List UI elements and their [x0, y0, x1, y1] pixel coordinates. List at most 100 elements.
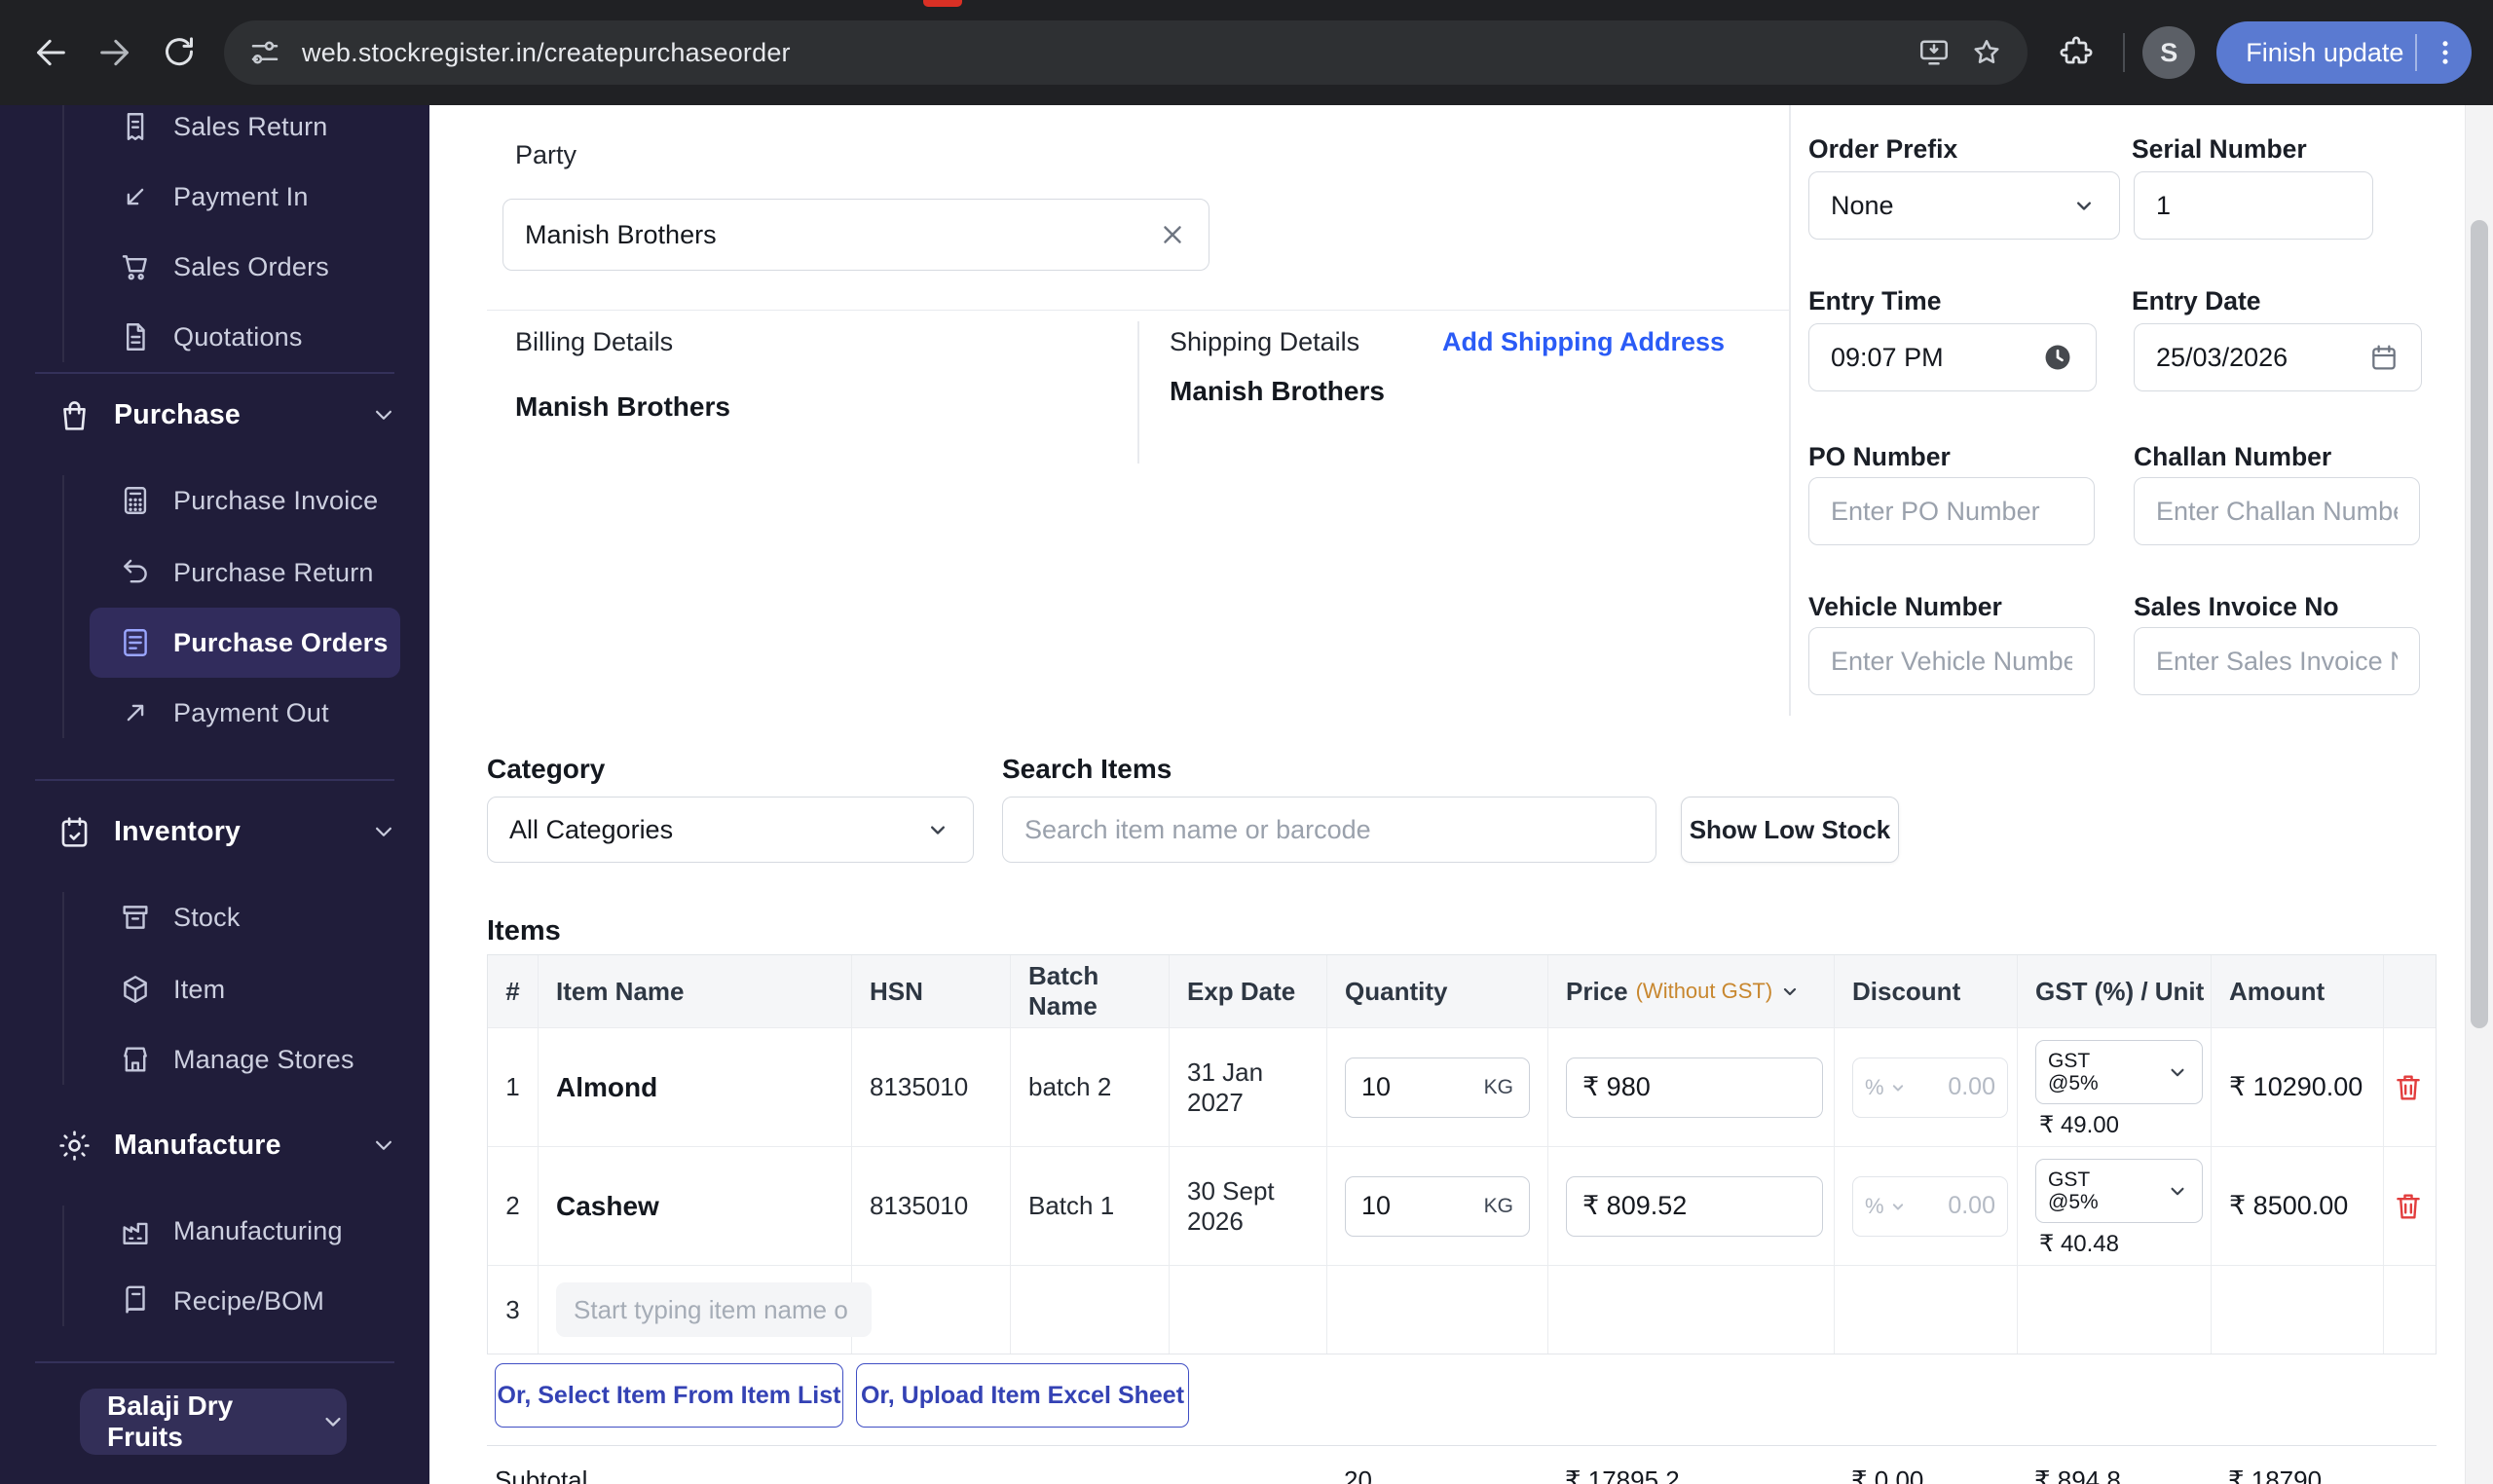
billing-shipping-divider [1137, 321, 1139, 464]
challan-number-field[interactable] [2156, 496, 2398, 527]
reload-button[interactable] [150, 23, 208, 82]
quantity-input[interactable]: 10 KG [1345, 1175, 1530, 1237]
challan-number-label: Challan Number [2134, 442, 2332, 471]
stock-icon [119, 901, 152, 934]
header-exp-date: Exp Date [1170, 955, 1327, 1027]
subtotal-row: Subtotal 20 ₹ 17895.2 ₹ 0.00 ₹ 894.8 ₹ 1… [487, 1445, 2437, 1484]
challan-number-input[interactable] [2134, 477, 2420, 545]
discount-unit-caret-icon[interactable] [1888, 1197, 1908, 1216]
add-shipping-address-link[interactable]: Add Shipping Address [1442, 327, 1725, 357]
sidebar-item-quotations[interactable]: Quotations [0, 302, 429, 372]
empty-cell [2384, 1266, 2432, 1354]
sidebar-item-sales-return[interactable]: Sales Return [0, 105, 429, 162]
sidebar-divider [35, 779, 394, 781]
sidebar-item-manufacturing[interactable]: Manufacturing [0, 1196, 429, 1266]
po-number-input[interactable] [1808, 477, 2095, 545]
sales-invoice-label: Sales Invoice No [2134, 592, 2339, 621]
profile-avatar[interactable]: S [2142, 26, 2196, 79]
sidebar-item-purchase-orders[interactable]: Purchase Orders [0, 608, 429, 678]
sidebar-section-purchase[interactable]: Purchase [0, 380, 429, 450]
bookmark-star-icon[interactable] [1969, 35, 2004, 70]
discount-input[interactable]: % 0.00 [1852, 1175, 2008, 1237]
page-scrollbar-track[interactable] [2465, 105, 2493, 1484]
back-button[interactable] [21, 23, 80, 82]
url-bar[interactable]: web.stockregister.in/createpurchaseorder [224, 20, 2028, 85]
install-app-icon[interactable] [1916, 35, 1952, 70]
discount-unit-caret-icon[interactable] [1888, 1078, 1908, 1097]
sidebar-item-sales-orders[interactable]: Sales Orders [0, 232, 429, 302]
sidebar-section-manufacture[interactable]: Manufacture [0, 1110, 429, 1180]
entry-date-input[interactable]: 25/03/2026 [2134, 323, 2422, 391]
row-sno: 3 [488, 1266, 539, 1354]
header-hsn: HSN [852, 955, 1011, 1027]
gst-select[interactable]: GST @5% [2035, 1039, 2203, 1104]
sidebar-item-manage-stores[interactable]: Manage Stores [0, 1024, 429, 1094]
sidebar-item-payment-out[interactable]: Payment Out [0, 678, 429, 748]
header-discount: Discount [1835, 955, 2018, 1027]
price-input[interactable]: ₹ 980 [1566, 1057, 1823, 1118]
sales-invoice-field[interactable] [2156, 646, 2398, 677]
po-number-field[interactable] [1831, 496, 2072, 527]
gst-amount: ₹ 40.48 [2039, 1230, 2119, 1257]
sidebar-item-label: Payment Out [173, 697, 329, 727]
create-purchase-order-page: Party Manish Brothers Billing Details Ma… [429, 105, 2493, 1484]
item-row-almond: 1 Almond 8135010 batch 2 31 Jan 2027 10 … [488, 1027, 2436, 1146]
order-prefix-select[interactable]: None [1808, 171, 2120, 240]
page-scrollbar-thumb[interactable] [2471, 220, 2488, 1028]
header-gst-unit: GST (%) / Unit [2018, 955, 2212, 1027]
extensions-puzzle-icon [2057, 33, 2096, 72]
forward-button[interactable] [86, 23, 144, 82]
category-select[interactable]: All Categories [487, 797, 974, 863]
clock-icon[interactable] [2041, 341, 2074, 374]
select-from-item-list-button[interactable]: Or, Select Item From Item List [495, 1363, 843, 1428]
sidebar-item-item[interactable]: Item [0, 954, 429, 1024]
sidebar-item-recipe-bom[interactable]: Recipe/BOM [0, 1266, 429, 1336]
header-amount: Amount [2212, 955, 2384, 1027]
toolbar-separator [2123, 33, 2126, 72]
entry-time-input[interactable]: 09:07 PM [1808, 323, 2097, 391]
show-low-stock-button[interactable]: Show Low Stock [1681, 797, 1899, 863]
extensions-button[interactable] [2047, 23, 2105, 82]
calendar-icon[interactable] [2368, 342, 2400, 373]
discount-input[interactable]: % 0.00 [1852, 1057, 2008, 1118]
manufacture-icon [56, 1128, 93, 1164]
chevron-down-icon [369, 817, 398, 846]
store-switcher[interactable]: Balaji Dry Fruits [80, 1389, 347, 1455]
header-price: Price (Without GST) [1548, 955, 1835, 1027]
sidebar-item-purchase-return[interactable]: Purchase Return [0, 538, 429, 608]
unit-label: KG [1483, 1075, 1513, 1098]
serial-number-input[interactable]: 1 [2134, 171, 2373, 240]
sidebar-item-label: Manufacturing [173, 1215, 343, 1245]
sidebar-section-inventory[interactable]: Inventory [0, 797, 429, 867]
search-items-field[interactable] [1024, 814, 1634, 845]
finish-update-button[interactable]: Finish update [2216, 21, 2472, 84]
price-input[interactable]: ₹ 809.52 [1566, 1175, 1823, 1237]
sales-invoice-input[interactable] [2134, 627, 2420, 695]
items-table-header: # Item Name HSN Batch Name Exp Date Quan… [488, 955, 2436, 1027]
clear-party-icon[interactable] [1158, 220, 1187, 249]
price-mode-caret-icon[interactable] [1778, 980, 1802, 1003]
party-input[interactable]: Manish Brothers [502, 199, 1209, 271]
vehicle-number-field[interactable] [1831, 646, 2072, 677]
entry-date-label: Entry Date [2132, 286, 2261, 315]
subtotal-label: Subtotal [495, 1465, 588, 1484]
discount-value: 0.00 [1948, 1073, 1995, 1100]
browser-menu-icon[interactable] [2429, 36, 2462, 69]
vehicle-number-input[interactable] [1808, 627, 2095, 695]
sidebar-item-payment-in[interactable]: Payment In [0, 162, 429, 232]
new-item-name-input[interactable] [556, 1282, 872, 1337]
header-item-name: Item Name [539, 955, 852, 1027]
sidebar-item-stock[interactable]: Stock [0, 882, 429, 952]
delete-row-button[interactable] [2392, 1071, 2425, 1104]
delete-row-button[interactable] [2392, 1190, 2425, 1223]
serial-number-label: Serial Number [2132, 134, 2307, 164]
upload-item-excel-button[interactable]: Or, Upload Item Excel Sheet [856, 1363, 1189, 1428]
empty-cell [1835, 1266, 2018, 1354]
item-exp-date: 30 Sept 2026 [1170, 1147, 1327, 1265]
unit-label: KG [1483, 1194, 1513, 1217]
search-items-input[interactable] [1002, 797, 1656, 863]
quantity-input[interactable]: 10 KG [1345, 1057, 1530, 1118]
gst-select[interactable]: GST @5% [2035, 1158, 2203, 1223]
site-settings-icon[interactable] [247, 35, 282, 70]
sidebar-item-purchase-invoice[interactable]: Purchase Invoice [0, 465, 429, 536]
